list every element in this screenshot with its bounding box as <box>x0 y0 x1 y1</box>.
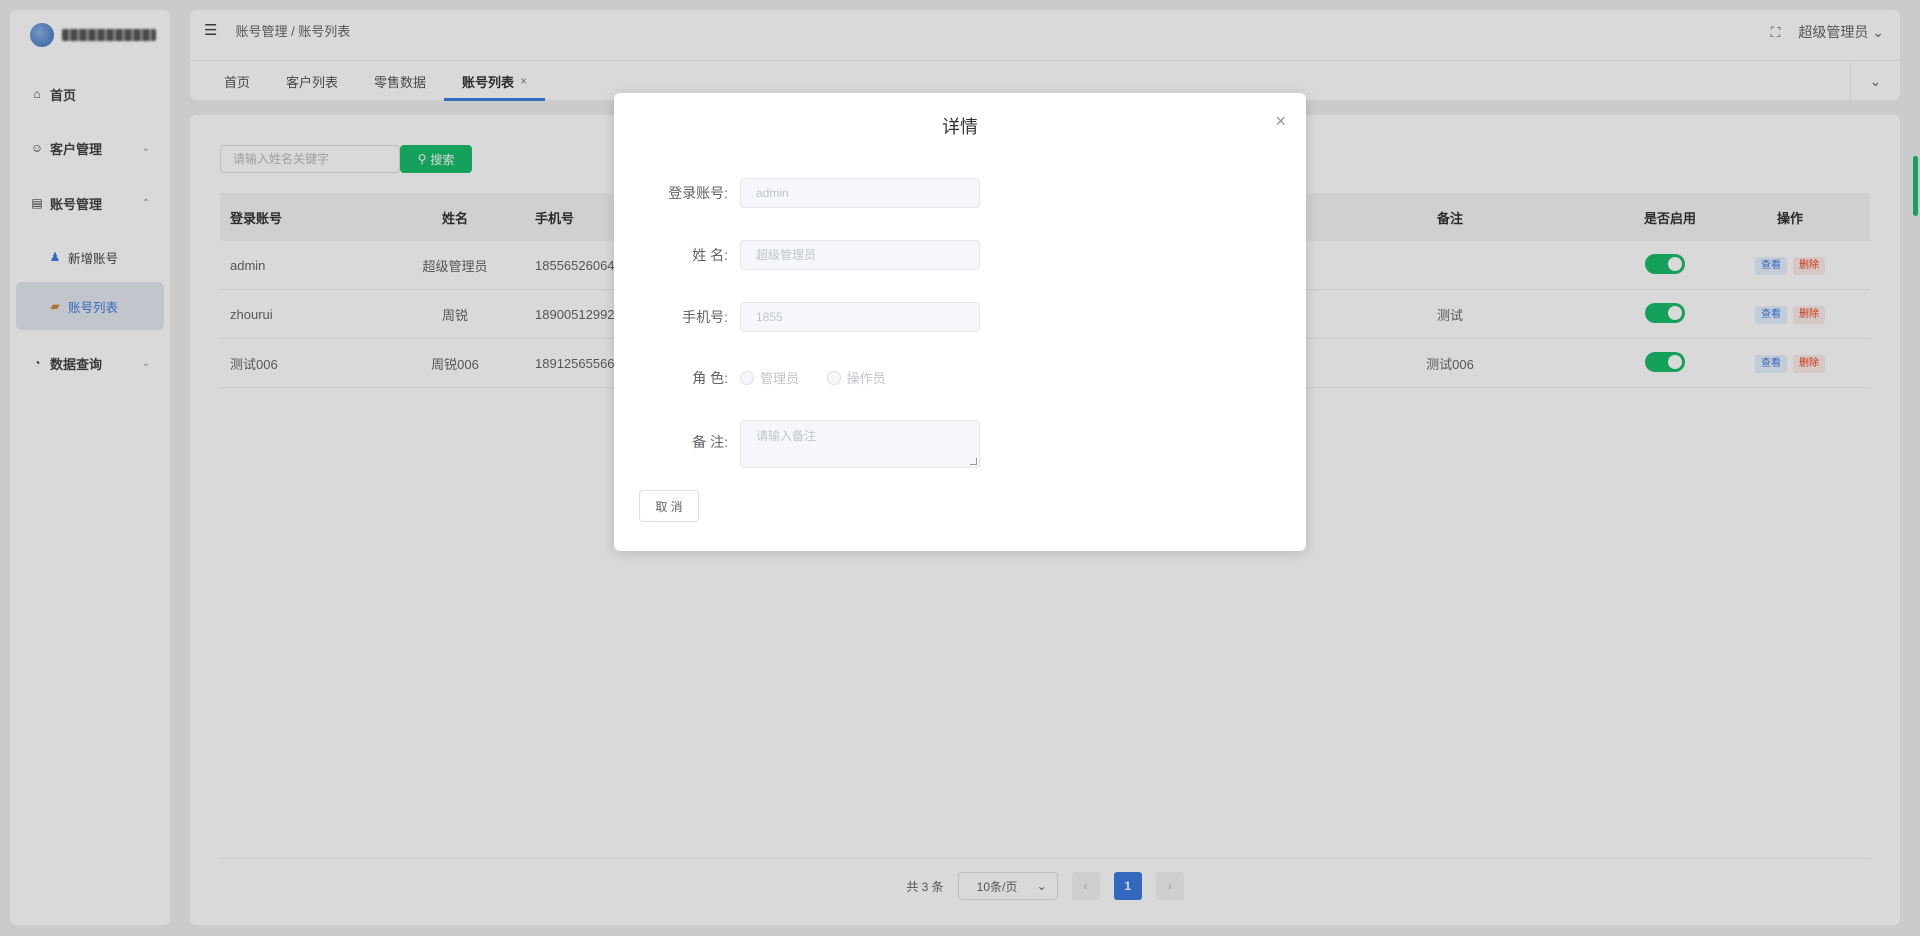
login-label: 登录账号: <box>668 185 728 201</box>
phone-field[interactable]: 1855 <box>740 302 980 332</box>
close-icon[interactable]: × <box>1275 111 1286 132</box>
form-row-note: 备 注: 请输入备注 <box>614 420 1306 470</box>
radio-label: 管理员 <box>760 371 800 387</box>
form-row-name: 姓 名: 超级管理员 <box>614 240 1306 270</box>
note-label: 备 注: <box>692 434 728 450</box>
role-radio-operator[interactable]: 操作员 <box>826 368 886 387</box>
form-row-login: 登录账号: admin <box>614 178 1306 208</box>
radio-icon <box>826 370 841 385</box>
login-field[interactable]: admin <box>740 178 980 208</box>
cancel-button[interactable]: 取 消 <box>639 490 699 522</box>
note-textarea[interactable]: 请输入备注 <box>740 420 980 468</box>
phone-label: 手机号: <box>682 309 728 325</box>
detail-dialog: 详情 × 登录账号: admin 姓 名: 超级管理员 手机号: 1855 角 … <box>614 93 1306 551</box>
phone-value: 1855 <box>756 310 783 324</box>
role-label: 角 色: <box>692 370 728 386</box>
radio-label: 操作员 <box>846 371 886 387</box>
name-label: 姓 名: <box>692 247 728 263</box>
dialog-title: 详情 <box>942 117 978 137</box>
role-radio-group: 管理员 操作员 <box>740 368 910 388</box>
form-row-phone: 手机号: 1855 <box>614 302 1306 332</box>
form-row-role: 角 色: 管理员 操作员 <box>614 363 1306 393</box>
role-radio-admin[interactable]: 管理员 <box>740 368 799 387</box>
radio-icon <box>740 370 754 385</box>
name-field[interactable]: 超级管理员 <box>740 240 980 270</box>
